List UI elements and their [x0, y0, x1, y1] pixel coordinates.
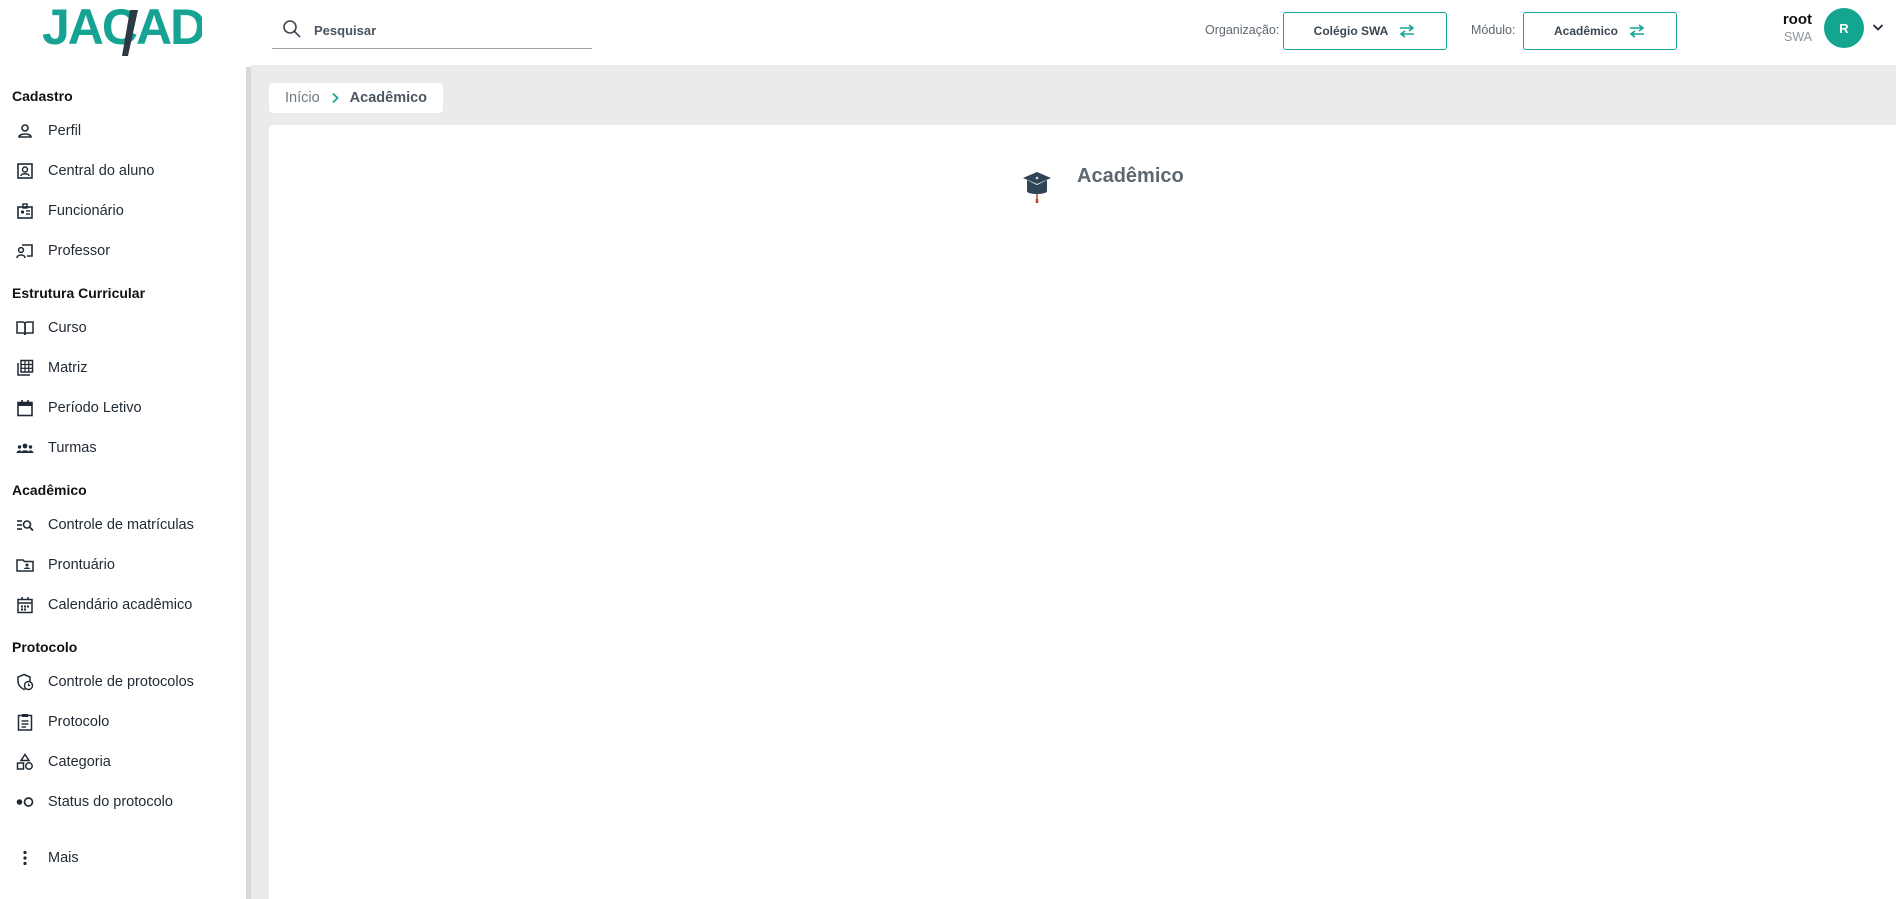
breadcrumb-current: Acadêmico	[349, 90, 428, 106]
module-switch-button[interactable]: Acadêmico	[1523, 12, 1677, 50]
sidebar-item-label: Status do protocolo	[48, 794, 173, 810]
sidebar-item-prontuario[interactable]: Prontuário	[0, 548, 246, 582]
page-title: Acadêmico	[1077, 165, 1184, 187]
organization-value: Colégio SWA	[1313, 24, 1389, 38]
sidebar-item-curso[interactable]: Curso	[0, 311, 246, 345]
graduation-cap-icon	[1023, 172, 1051, 203]
sidebar-item-label: Prontuário	[48, 557, 115, 573]
section-title-protocolo: Protocolo	[12, 639, 78, 655]
chevron-down-icon[interactable]	[1872, 23, 1884, 32]
shield-clock-icon	[17, 673, 34, 691]
calendar-icon	[17, 400, 33, 417]
sidebar-item-label: Categoria	[48, 754, 111, 770]
breadcrumb: Início Acadêmico	[269, 83, 444, 113]
sidebar-item-periodo-letivo[interactable]: Período Letivo	[0, 391, 246, 425]
sidebar-item-label: Professor	[48, 243, 111, 259]
swap-arrows-icon	[1399, 24, 1415, 38]
sidebar-item-protocolo[interactable]: Protocolo	[0, 705, 246, 739]
clipboard-icon	[17, 714, 33, 731]
sidebar-item-label: Controle de protocolos	[48, 674, 194, 690]
user-name[interactable]: root	[1783, 11, 1812, 28]
logo-wordmark: JACAD	[42, 2, 202, 56]
module-value: Acadêmico	[1553, 24, 1619, 38]
employee-badge-icon	[17, 203, 33, 219]
list-search-icon	[17, 520, 34, 532]
sidebar-item-label: Funcionário	[48, 203, 124, 219]
sidebar-item-mais[interactable]: Mais	[0, 841, 246, 875]
chevron-right-icon	[332, 92, 339, 104]
organization-label: Organização:	[1205, 23, 1280, 37]
open-book-icon	[16, 321, 34, 336]
sidebar-item-label: Perfil	[48, 123, 82, 139]
sidebar-item-matriz[interactable]: Matriz	[0, 351, 246, 385]
main-card	[269, 125, 1896, 899]
sidebar-item-central-do-aluno[interactable]: Central do aluno	[0, 154, 246, 188]
sidebar: Cadastro Perfil Central do aluno Funcion…	[0, 65, 246, 899]
status-dots-icon	[16, 797, 34, 807]
sidebar-item-controle-de-protocolos[interactable]: Controle de protocolos	[0, 665, 246, 699]
section-title-cadastro: Cadastro	[12, 88, 73, 104]
sidebar-item-status-do-protocolo[interactable]: Status do protocolo	[0, 785, 246, 819]
sidebar-item-turmas[interactable]: Turmas	[0, 431, 246, 465]
section-title-academico: Acadêmico	[12, 482, 87, 498]
top-bar: JACAD Organização: Colégio SWA Módulo: A…	[0, 0, 1896, 65]
sidebar-item-label: Protocolo	[48, 714, 110, 730]
organization-switch-button[interactable]: Colégio SWA	[1283, 12, 1447, 50]
sidebar-item-label: Turmas	[48, 440, 97, 456]
swap-arrows-icon	[1629, 24, 1645, 38]
user-organization: SWA	[1783, 30, 1812, 44]
sidebar-item-label: Central do aluno	[48, 163, 155, 179]
jacad-logo[interactable]: JACAD	[42, 2, 202, 58]
sidebar-item-label: Mais	[48, 850, 79, 866]
avatar-initial: R	[1839, 20, 1849, 36]
section-title-estrutura-curricular: Estrutura Curricular	[12, 285, 146, 301]
student-portrait-icon	[17, 163, 33, 179]
sidebar-item-label: Calendário acadêmico	[48, 597, 193, 613]
matrix-grid-icon	[17, 359, 34, 376]
avatar[interactable]: R	[1824, 8, 1864, 48]
search-icon[interactable]	[282, 19, 302, 39]
shapes-icon	[16, 753, 33, 770]
logo-text: JACAD	[42, 2, 202, 55]
folder-person-icon	[16, 559, 34, 572]
search-input[interactable]	[314, 20, 574, 40]
sidebar-item-funcionario[interactable]: Funcionário	[0, 194, 246, 228]
group-icon	[16, 443, 34, 453]
module-label: Módulo:	[1471, 23, 1516, 37]
sidebar-item-calendario-academico[interactable]: Calendário acadêmico	[0, 588, 246, 622]
sidebar-item-controle-de-matriculas[interactable]: Controle de matrículas	[0, 508, 246, 542]
search-box[interactable]	[272, 12, 592, 49]
breadcrumb-home-link[interactable]: Início	[285, 90, 320, 106]
calendar-grid-icon	[17, 597, 33, 614]
person-icon	[18, 124, 32, 138]
more-vertical-icon	[23, 850, 27, 866]
sidebar-item-label: Curso	[48, 320, 87, 336]
sidebar-item-professor[interactable]: Professor	[0, 234, 246, 268]
sidebar-item-label: Período Letivo	[48, 400, 142, 416]
sidebar-item-label: Controle de matrículas	[48, 517, 194, 533]
sidebar-item-perfil[interactable]: Perfil	[0, 114, 246, 148]
sidebar-item-categoria[interactable]: Categoria	[0, 745, 246, 779]
sidebar-item-label: Matriz	[48, 360, 88, 376]
teacher-board-icon	[16, 244, 33, 259]
